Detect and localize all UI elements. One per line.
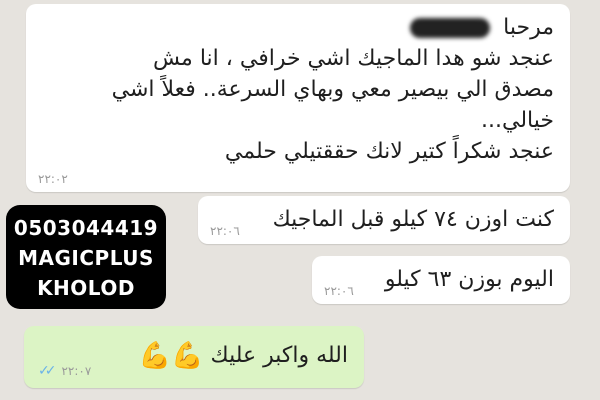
contact-watermark: 0503044419 MAGICPLUS KHOLOD — [6, 205, 166, 309]
message-text: اليوم بوزن ٦٣ كيلو — [384, 267, 554, 292]
incoming-message[interactable]: كنت اوزن ٧٤ كيلو قبل الماجيك ٢٢:٠٦ — [198, 196, 570, 244]
message-timestamp: ٢٢:٠٦ — [324, 284, 354, 298]
chat-area: مرحبا عنجد شو هدا الماجيك اشي خرافي ، ان… — [0, 0, 600, 400]
watermark-name: KHOLOD — [37, 276, 135, 300]
watermark-phone: 0503044419 — [13, 216, 159, 240]
message-line-greeting: مرحبا — [503, 15, 554, 40]
incoming-message[interactable]: اليوم بوزن ٦٣ كيلو ٢٢:٠٦ — [312, 256, 570, 304]
double-check-icon: ✓✓ — [38, 363, 57, 379]
message-timestamp: ٢٢:٠٦ — [210, 224, 240, 238]
message-timestamp: ٢٢:٠٧ — [61, 364, 92, 378]
message-line: خيالي... — [481, 108, 554, 133]
message-line: مرحبا — [42, 12, 554, 43]
watermark-brand: MAGICPLUS — [18, 246, 154, 270]
message-text: الله واكبر عليك — [210, 343, 348, 368]
redacted-name — [410, 18, 491, 38]
message-line: عنجد شو هدا الماجيك اشي خرافي ، انا مش — [153, 46, 554, 71]
message-meta: ٢٢:٠٦ — [324, 284, 354, 298]
incoming-message[interactable]: مرحبا عنجد شو هدا الماجيك اشي خرافي ، ان… — [26, 4, 570, 192]
message-line: مصدق الي بيصير معي وبهاي السرعة.. فعلاً … — [111, 77, 554, 102]
outgoing-message[interactable]: الله واكبر عليك 💪💪 ✓✓ ٢٢:٠٧ — [24, 326, 364, 388]
message-meta: ✓✓ ٢٢:٠٧ — [38, 364, 91, 378]
message-timestamp: ٢٢:٠٢ — [38, 172, 68, 186]
message-meta: ٢٢:٠٦ — [210, 224, 240, 238]
message-meta: ٢٢:٠٢ — [38, 172, 68, 186]
message-line: عنجد شكراً كتير لانك حققتيلي حلمي — [224, 139, 554, 164]
message-text: كنت اوزن ٧٤ كيلو قبل الماجيك — [272, 207, 554, 232]
flexed-biceps-emoji-icon: 💪💪 — [138, 340, 204, 371]
